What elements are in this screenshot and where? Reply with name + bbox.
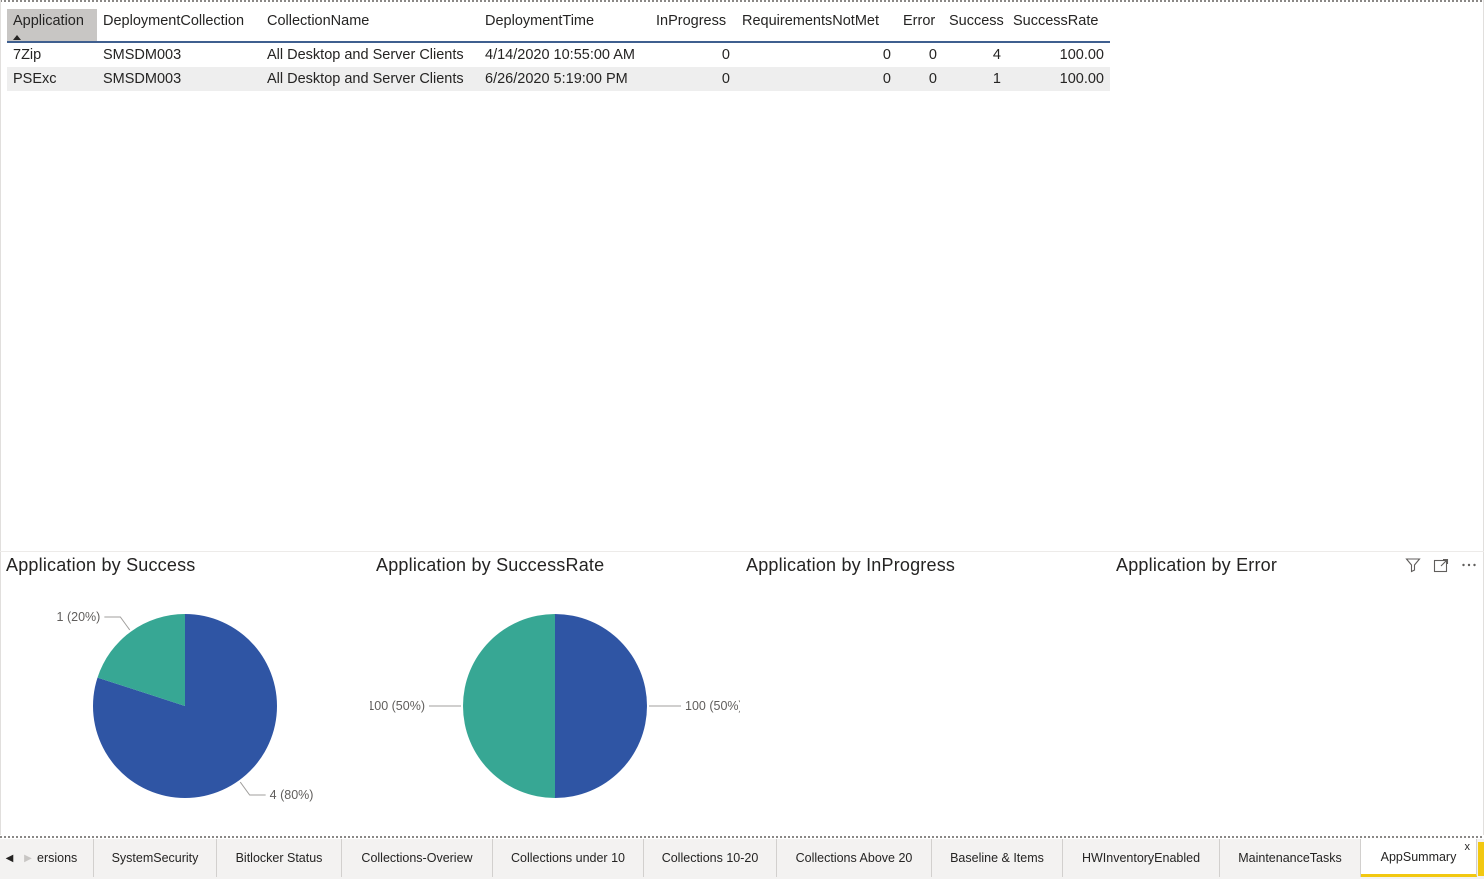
page-tabs-bar: ◀ ▶ ersions SystemSecurity Bitlocker Sta…: [0, 839, 1484, 879]
active-tab-accent: [1478, 842, 1484, 876]
tab-label: AppSummary: [1380, 849, 1457, 864]
data-label: 1 (20%): [57, 610, 101, 624]
pie-chart-success: 4 (80%) 1 (20%): [57, 610, 314, 802]
cell-deploymentcollection: SMSDM003: [103, 47, 182, 63]
cell-success: 4: [992, 47, 1001, 63]
cell-application: 7Zip: [13, 47, 42, 63]
chart-application-by-success[interactable]: Application by Success 4 (80%) 1 (20%): [0, 552, 370, 834]
tab-collections-under-10[interactable]: Collections under 10: [493, 839, 644, 877]
cell-collectionname: All Desktop and Server Clients: [267, 47, 464, 63]
cell-successrate: 100.00: [1059, 47, 1104, 63]
column-header-successrate[interactable]: SuccessRate: [1007, 9, 1110, 41]
data-label: 100 (50%): [370, 699, 425, 713]
column-header-label: Application: [13, 13, 84, 29]
chart-title: Application by Error: [1116, 555, 1278, 575]
tab-baseline-items[interactable]: Baseline & Items: [932, 839, 1063, 877]
tab-maintenancetasks[interactable]: MaintenanceTasks: [1220, 839, 1361, 877]
tab-appsummary[interactable]: AppSummary x: [1361, 839, 1477, 877]
top-border: [0, 0, 1484, 2]
cell-deploymenttime: 4/14/2020 10:55:00 AM: [485, 47, 635, 63]
chart-application-by-error[interactable]: Application by Error: [1110, 552, 1480, 834]
cell-inprogress: 0: [721, 47, 730, 63]
scroll-right-button[interactable]: ▶: [19, 839, 37, 877]
tab-versions[interactable]: ersions: [37, 839, 94, 877]
column-header-success[interactable]: Success: [943, 9, 1007, 41]
pie-slice-7zip[interactable]: [555, 614, 647, 798]
chart-application-by-inprogress[interactable]: Application by InProgress: [740, 552, 1110, 834]
table-row[interactable]: 7Zip SMSDM003 All Desktop and Server Cli…: [7, 43, 1110, 67]
cell-inprogress: 0: [721, 71, 730, 87]
pie-slice-psexc[interactable]: [463, 614, 555, 798]
cell-successrate: 100.00: [1059, 71, 1104, 87]
tab-collections-10-20[interactable]: Collections 10-20: [644, 839, 777, 877]
cell-error: 0: [928, 47, 937, 63]
focus-mode-icon[interactable]: [1432, 556, 1450, 574]
sort-ascending-icon: [13, 35, 21, 40]
app-summary-table: Application DeploymentCollection Collect…: [7, 9, 1110, 91]
scroll-left-button[interactable]: ◀: [0, 839, 19, 877]
leader-line: [239, 781, 266, 796]
visual-header-icons: [1404, 556, 1478, 574]
column-header-application[interactable]: Application: [7, 9, 97, 41]
tab-hwinventoryenabled[interactable]: HWInventoryEnabled: [1063, 839, 1220, 877]
tab-systemsecurity[interactable]: SystemSecurity: [94, 839, 217, 877]
chart-application-by-successrate[interactable]: Application by SuccessRate 100 (50%) 100 …: [370, 552, 740, 834]
tabbar-top-border: [0, 836, 1484, 838]
cell-application: PSExc: [13, 71, 57, 87]
cell-requirementsnotmet: 0: [882, 47, 891, 63]
column-header-error[interactable]: Error: [897, 9, 943, 41]
more-options-icon[interactable]: [1460, 556, 1478, 574]
pie-chart-successrate: 100 (50%) 100 (50%): [370, 614, 740, 798]
column-header-deploymentcollection[interactable]: DeploymentCollection: [97, 9, 261, 41]
tab-collections-overiew[interactable]: Collections-Overiew: [342, 839, 493, 877]
tab-bitlocker-status[interactable]: Bitlocker Status: [217, 839, 342, 877]
cell-collectionname: All Desktop and Server Clients: [267, 71, 464, 87]
cell-deploymentcollection: SMSDM003: [103, 71, 182, 87]
close-icon[interactable]: x: [1465, 841, 1471, 853]
data-label: 100 (50%): [685, 699, 740, 713]
cell-requirementsnotmet: 0: [882, 71, 891, 87]
column-header-deploymenttime[interactable]: DeploymentTime: [479, 9, 650, 41]
table-header-row: Application DeploymentCollection Collect…: [7, 9, 1110, 43]
cell-deploymenttime: 6/26/2020 5:19:00 PM: [485, 71, 628, 87]
column-header-inprogress[interactable]: InProgress: [650, 9, 736, 41]
filter-icon[interactable]: [1404, 556, 1422, 574]
leader-line: [104, 616, 131, 631]
data-label: 4 (80%): [270, 788, 314, 802]
column-header-requirementsnotmet[interactable]: RequirementsNotMet: [736, 9, 897, 41]
cell-error: 0: [928, 71, 937, 87]
chart-title: Application by InProgress: [746, 555, 956, 575]
tab-collections-above-20[interactable]: Collections Above 20: [777, 839, 932, 877]
column-header-collectionname[interactable]: CollectionName: [261, 9, 479, 41]
table-row[interactable]: PSExc SMSDM003 All Desktop and Server Cl…: [7, 67, 1110, 91]
cell-success: 1: [992, 71, 1001, 87]
